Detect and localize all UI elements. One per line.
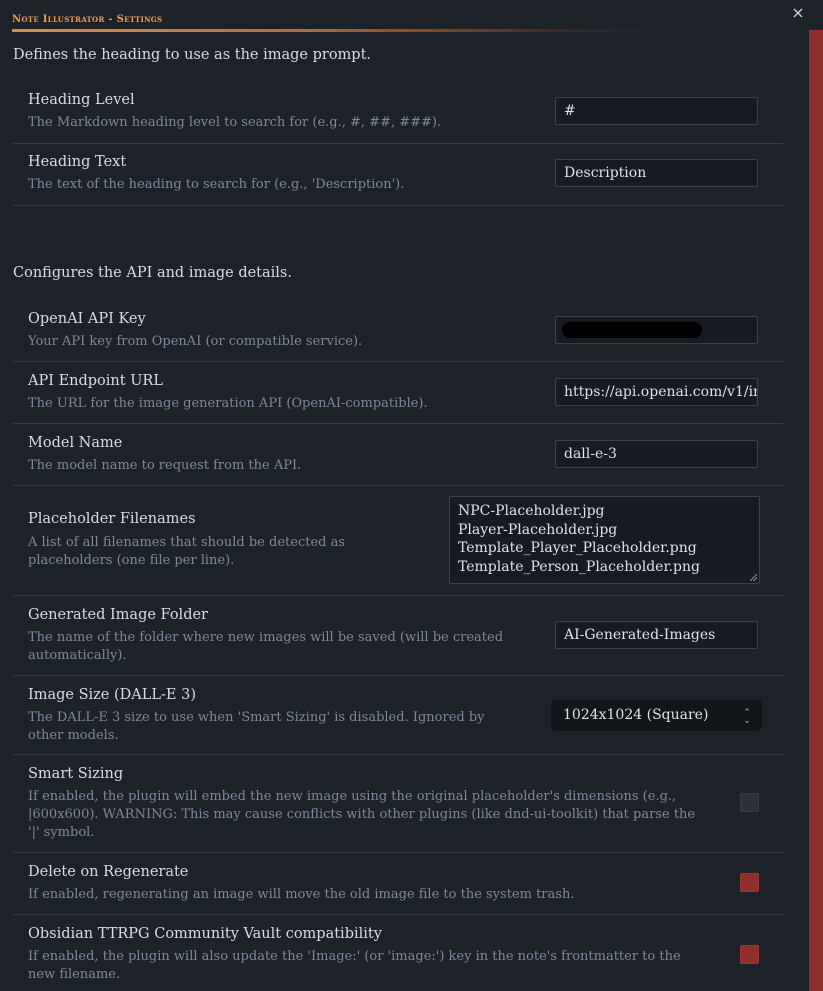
textarea-line: Player-Placeholder.jpg [458,521,618,538]
setting-generated-folder: Generated Image Folder The name of the f… [13,596,783,676]
setting-description: The Markdown heading level to search for… [28,115,442,130]
setting-description: The name of the folder where new images … [28,630,504,663]
api-endpoint-input[interactable]: https://api.openai.com/v1/images/generat… [555,378,758,406]
ttrpg-compatibility-checkbox[interactable] [740,945,759,964]
delete-on-regenerate-checkbox[interactable] [740,873,759,892]
setting-description: If enabled, regenerating an image will m… [28,887,575,902]
setting-name: Delete on Regenerate [28,864,189,880]
setting-name: Smart Sizing [28,766,124,782]
scrollbar[interactable] [809,30,823,991]
setting-model-name: Model Name The model name to request fro… [13,424,783,486]
setting-description: The DALL-E 3 size to use when 'Smart Siz… [28,710,485,743]
setting-description: The text of the heading to search for (e… [28,177,405,192]
setting-name: Heading Text [28,154,127,170]
close-icon[interactable]: × [789,4,807,22]
redaction-mark [562,322,702,338]
textarea-line: Template_Player_Placeholder.png [458,540,697,556]
image-size-select[interactable]: 1024x1024 (Square) ⌃ ⌄ [551,700,762,731]
textarea-line: NPC-Placeholder.jpg [458,503,605,519]
setting-api-endpoint: API Endpoint URL The URL for the image g… [13,362,783,424]
heading-level-input[interactable]: # [555,97,758,125]
setting-image-size: Image Size (DALL-E 3) The DALL-E 3 size … [13,676,783,755]
title-underline [12,29,652,32]
setting-heading-level: Heading Level The Markdown heading level… [13,82,783,144]
setting-description: Your API key from OpenAI (or compatible … [28,334,363,349]
modal-header: Note Illustrator - Settings [12,11,652,33]
setting-delete-on-regenerate: Delete on Regenerate If enabled, regener… [13,853,783,915]
setting-name: API Endpoint URL [28,373,163,389]
setting-heading-text: Heading Text The text of the heading to … [13,144,783,206]
heading-text-input[interactable]: Description [555,159,758,187]
setting-placeholder-filenames: Placeholder Filenames A list of all file… [13,486,783,596]
setting-name: Model Name [28,435,123,451]
settings-modal: Note Illustrator - Settings × Defines th… [0,0,823,991]
setting-name: OpenAI API Key [28,311,146,327]
setting-smart-sizing: Smart Sizing If enabled, the plugin will… [13,755,783,853]
chevron-up-down-icon: ⌃ ⌄ [743,708,751,726]
setting-description: If enabled, the plugin will embed the ne… [28,789,696,840]
setting-api-key: OpenAI API Key Your API key from OpenAI … [13,300,783,362]
setting-description: A list of all filenames that should be d… [28,535,346,568]
modal-title: Note Illustrator - Settings [12,14,163,25]
section-description-api: Configures the API and image details. [13,265,292,281]
setting-name: Obsidian TTRPG Community Vault compatibi… [28,926,382,942]
setting-name: Placeholder Filenames [28,511,196,527]
section-description-prompt: Defines the heading to use as the image … [13,47,372,63]
setting-description: The model name to request from the API. [28,458,302,473]
setting-ttrpg-compatibility: Obsidian TTRPG Community Vault compatibi… [13,915,783,991]
textarea-line: Template_Person_Placeholder.png [458,558,700,575]
api-key-input[interactable] [555,316,758,344]
setting-name: Image Size (DALL-E 3) [28,687,196,703]
model-name-input[interactable]: dall-e-3 [555,440,758,468]
resize-grip-icon[interactable] [750,574,757,581]
setting-name: Generated Image Folder [28,607,208,623]
image-size-selected: 1024x1024 (Square) [563,707,709,723]
placeholder-filenames-textarea[interactable]: NPC-Placeholder.jpg Player-Placeholder.j… [449,496,760,584]
setting-description: If enabled, the plugin will also update … [28,949,681,982]
setting-description: The URL for the image generation API (Op… [28,396,428,411]
setting-name: Heading Level [28,92,135,108]
smart-sizing-checkbox[interactable] [740,793,759,812]
generated-folder-input[interactable]: AI-Generated-Images [555,621,758,649]
